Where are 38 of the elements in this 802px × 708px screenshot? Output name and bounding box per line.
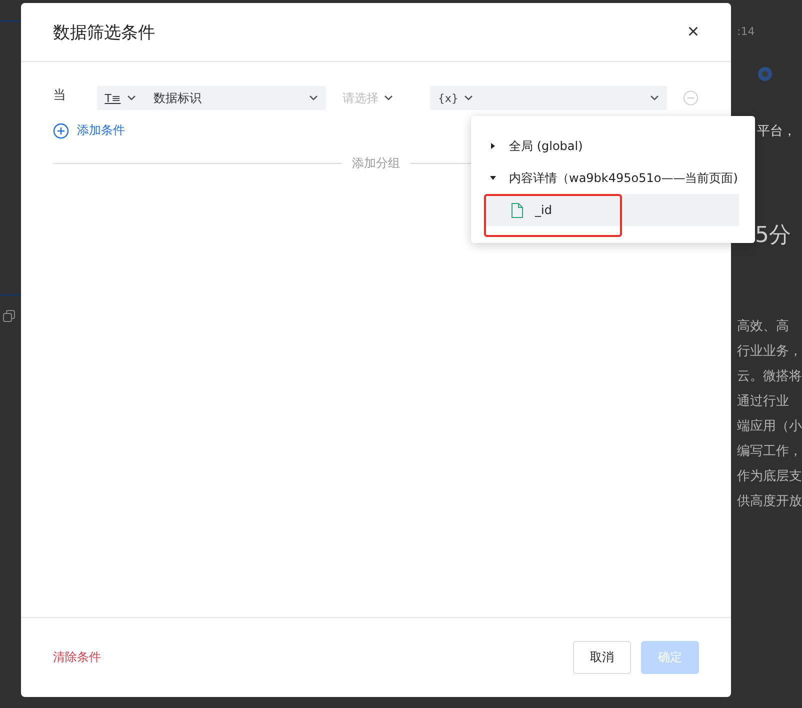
caret-icon (309, 95, 318, 101)
cancel-button[interactable]: 取消 (573, 641, 631, 674)
tree-item[interactable]: 全局 (global) (485, 130, 755, 162)
close-button[interactable]: × (687, 20, 699, 44)
clear-conditions-link[interactable]: 清除条件 (53, 649, 563, 666)
add-condition-link[interactable]: 添加条件 (53, 122, 125, 139)
copy-icon[interactable] (3, 310, 15, 322)
field-select[interactable]: T≡ 数据标识 (96, 86, 326, 110)
add-icon (53, 122, 69, 138)
value-select[interactable]: {x} (430, 86, 668, 110)
caret-icon (464, 95, 474, 101)
page-text: 作为底层支 (737, 468, 802, 486)
tree-item[interactable]: 内容详情（wa9bk495o51o——当前页面) (485, 162, 755, 194)
expand-arrow-icon[interactable] (489, 142, 497, 150)
expand-arrow-icon[interactable] (489, 174, 497, 182)
condition-label: 当 (53, 87, 67, 104)
page-rule (0, 294, 21, 296)
page-text: 平台， (757, 123, 797, 140)
caret-icon (384, 95, 394, 101)
caret-icon (650, 95, 660, 101)
flower-icon (757, 66, 773, 82)
page-text: 5分 (755, 222, 792, 250)
dialog-title: 数据筛选条件 (53, 22, 156, 44)
page-text: 高效、高 (737, 318, 790, 336)
document-icon (511, 202, 523, 218)
page-text: 行业业务， (737, 343, 802, 361)
page-text: 编写工作， (737, 443, 802, 461)
caret-icon (126, 95, 136, 101)
page-text: 供高度开放 (737, 493, 802, 511)
tree-item[interactable]: _id (485, 194, 739, 226)
page-text: 通过行业 (737, 393, 790, 411)
time-text: :14 (737, 25, 756, 38)
page-text: 端应用（小 (737, 418, 802, 436)
field-value: 数据标识 (154, 90, 202, 106)
variable-icon: {x} (438, 92, 458, 104)
type-icon: T≡ (104, 92, 121, 104)
page-rule (0, 20, 21, 22)
page-text: 云。微搭将 (737, 368, 802, 386)
